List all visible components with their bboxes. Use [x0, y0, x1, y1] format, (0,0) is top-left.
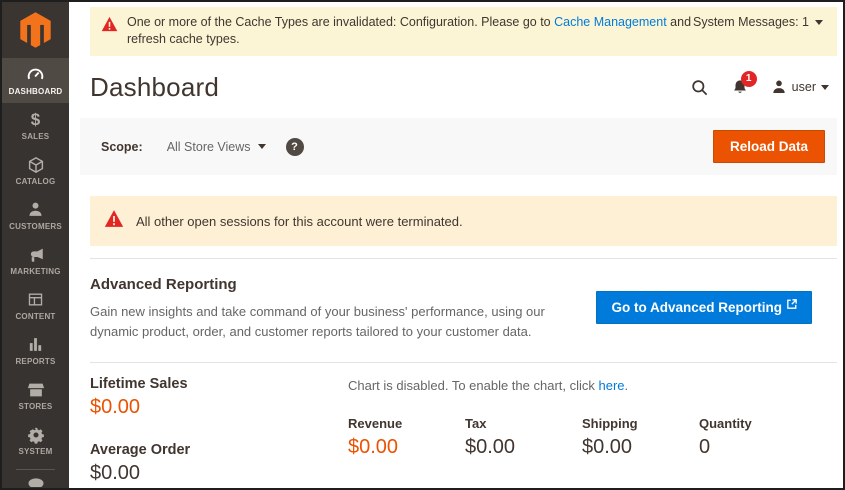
scope-label: Scope: [101, 140, 143, 154]
sidebar-item-label: STORES [19, 402, 53, 411]
metric-value: $0.00 [348, 436, 465, 459]
store-icon [27, 381, 45, 399]
sidebar-item-stores[interactable]: STORES [2, 373, 69, 418]
sidebar-item-label: CATALOG [16, 177, 56, 186]
system-messages-dropdown[interactable]: System Messages: 1 [693, 14, 823, 29]
magento-logo-icon [19, 11, 52, 49]
sidebar-item-label: SYSTEM [18, 447, 52, 456]
sidebar-item-label: REPORTS [15, 357, 55, 366]
dollar-icon: $ [31, 111, 40, 129]
metric-tax: Tax $0.00 [465, 416, 582, 459]
metric-label: Quantity [699, 416, 816, 431]
chevron-down-icon [258, 144, 266, 149]
search-icon[interactable] [690, 78, 709, 97]
metric-value: $0.00 [582, 436, 699, 459]
sidebar-item-label: DASHBOARD [9, 87, 63, 96]
warning-triangle-icon [104, 209, 124, 233]
magento-admin-window: DASHBOARD $ SALES CATALOG CUSTOMERS [0, 0, 845, 490]
notifications-bell-icon[interactable]: 1 [731, 78, 749, 97]
magento-logo[interactable] [2, 2, 69, 58]
section-divider [90, 258, 837, 259]
sidebar-item-reports[interactable]: REPORTS [2, 328, 69, 373]
metric-value: $0.00 [465, 436, 582, 459]
sidebar-item-sales[interactable]: $ SALES [2, 103, 69, 148]
chevron-down-icon [821, 85, 829, 90]
page-actions-bar: Scope: All Store Views ? Reload Data [80, 118, 837, 175]
sidebar: DASHBOARD $ SALES CATALOG CUSTOMERS [2, 2, 69, 488]
lifetime-stats: Lifetime Sales $0.00 Average Order $0.00 [90, 376, 348, 488]
user-avatar-icon [771, 79, 787, 95]
advanced-reporting-section: Advanced Reporting Gain new insights and… [90, 276, 837, 342]
notification-count-badge: 1 [741, 71, 757, 87]
cache-warning-before: One or more of the Cache Types are inval… [127, 15, 554, 29]
enable-chart-link[interactable]: here [599, 378, 625, 393]
lifetime-sales-label: Lifetime Sales [90, 376, 348, 392]
sidebar-item-dashboard[interactable]: DASHBOARD [2, 58, 69, 103]
advanced-reporting-title: Advanced Reporting [90, 276, 596, 293]
store-view-switcher[interactable]: All Store Views [167, 140, 266, 154]
cache-management-link[interactable]: Cache Management [554, 15, 667, 29]
header-actions: 1 user [690, 78, 837, 97]
system-messages-banner: One or more of the Cache Types are inval… [90, 7, 837, 56]
sidebar-item-customers[interactable]: CUSTOMERS [2, 193, 69, 238]
sidebar-item-catalog[interactable]: CATALOG [2, 148, 69, 193]
help-icon[interactable]: ? [286, 138, 304, 156]
gauge-icon [26, 66, 45, 84]
sidebar-item-label: MARKETING [10, 267, 60, 276]
advanced-reporting-button-label: Go to Advanced Reporting [611, 300, 782, 315]
page-title: Dashboard [90, 72, 219, 103]
chevron-down-icon [815, 20, 823, 25]
user-menu[interactable]: user [771, 79, 829, 95]
person-icon [27, 201, 44, 219]
main-content: One or more of the Cache Types are inval… [69, 2, 843, 488]
metric-quantity: Quantity 0 [699, 416, 816, 459]
average-order-value: $0.00 [90, 462, 348, 485]
page-header: Dashboard 1 user [90, 68, 837, 106]
chart-disabled-notice: Chart is disabled. To enable the chart, … [348, 378, 837, 393]
metric-label: Revenue [348, 416, 465, 431]
system-messages-label: System Messages: 1 [693, 15, 809, 29]
metric-revenue: Revenue $0.00 [348, 416, 465, 459]
metric-value: 0 [699, 436, 816, 459]
sidebar-item-label: SALES [22, 132, 50, 141]
sidebar-menu: DASHBOARD $ SALES CATALOG CUSTOMERS [2, 58, 69, 463]
session-warning-text: All other open sessions for this account… [136, 214, 463, 229]
metric-shipping: Shipping $0.00 [582, 416, 699, 459]
warning-triangle-icon [101, 16, 118, 37]
section-divider [90, 362, 837, 363]
lifetime-sales-value: $0.00 [90, 396, 348, 419]
sidebar-divider [16, 469, 55, 470]
average-order-label: Average Order [90, 442, 348, 458]
dashboard-stats: Lifetime Sales $0.00 Average Order $0.00… [90, 376, 837, 488]
metric-label: Tax [465, 416, 582, 431]
external-link-icon [787, 299, 797, 309]
sidebar-item-system[interactable]: SYSTEM [2, 418, 69, 463]
sidebar-item-marketing[interactable]: MARKETING [2, 238, 69, 283]
chart-notice-after: . [625, 378, 629, 393]
sidebar-item-label: CONTENT [15, 312, 55, 321]
cache-warning-text: One or more of the Cache Types are inval… [127, 14, 693, 48]
gear-icon [27, 426, 45, 444]
sidebar-item-label: CUSTOMERS [9, 222, 62, 231]
bar-chart-icon [27, 336, 44, 354]
store-view-value: All Store Views [167, 140, 251, 154]
user-name: user [792, 80, 816, 94]
sidebar-item-content[interactable]: CONTENT [2, 283, 69, 328]
chart-notice-before: Chart is disabled. To enable the chart, … [348, 378, 599, 393]
metrics-row: Revenue $0.00 Tax $0.00 Shipping $0.00 Q… [348, 416, 837, 459]
go-to-advanced-reporting-button[interactable]: Go to Advanced Reporting [596, 291, 812, 324]
box-icon [27, 156, 45, 174]
session-warning-message: All other open sessions for this account… [90, 196, 837, 246]
advanced-reporting-description: Gain new insights and take command of yo… [90, 302, 596, 342]
advanced-reporting-text: Advanced Reporting Gain new insights and… [90, 276, 596, 342]
layout-icon [27, 291, 44, 309]
chart-area: Chart is disabled. To enable the chart, … [348, 376, 837, 488]
metric-label: Shipping [582, 416, 699, 431]
reload-data-button[interactable]: Reload Data [713, 130, 825, 163]
partners-icon[interactable] [2, 475, 69, 487]
megaphone-icon [27, 246, 45, 264]
